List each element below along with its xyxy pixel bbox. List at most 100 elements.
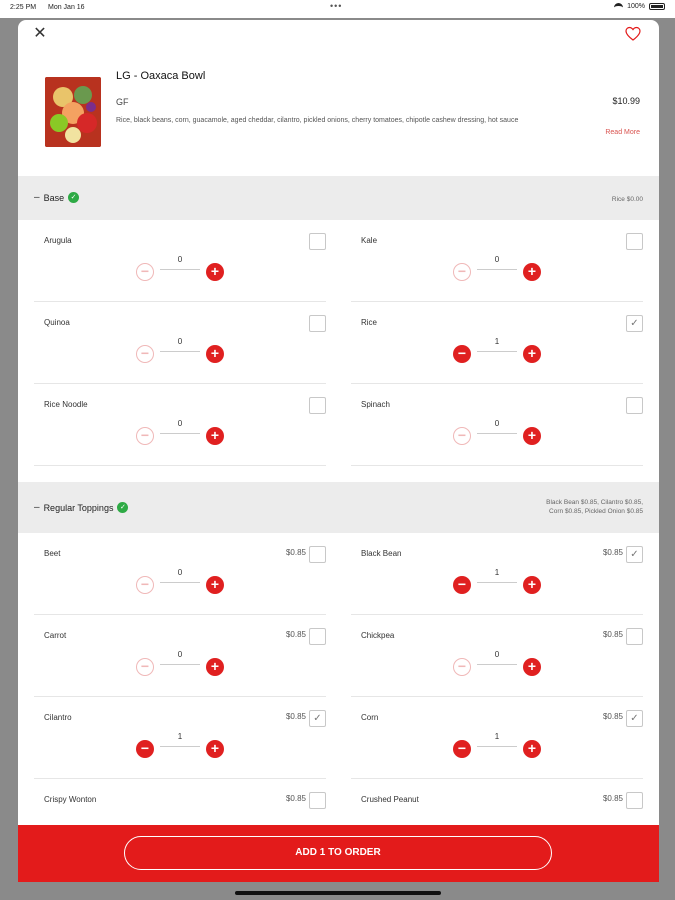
minus-icon[interactable]: − — [136, 576, 154, 594]
option-name: Carrot — [44, 631, 67, 640]
option-checkbox[interactable] — [309, 233, 326, 250]
plus-icon[interactable]: + — [206, 345, 224, 363]
quantity-stepper: − 0 + — [453, 419, 541, 447]
option-checkbox[interactable]: ✓ — [626, 546, 643, 563]
product-image — [45, 77, 101, 147]
minus-icon[interactable]: − — [136, 658, 154, 676]
option-name: Rice — [361, 318, 378, 327]
battery-icon — [649, 3, 665, 10]
close-icon[interactable]: ✕ — [32, 26, 48, 42]
option-checkbox[interactable] — [309, 315, 326, 332]
option-checkbox[interactable] — [309, 546, 326, 563]
plus-icon[interactable]: + — [206, 427, 224, 445]
quantity-value: 0 — [177, 337, 183, 346]
option-cell: Kale − 0 + — [351, 220, 643, 302]
option-price: $0.85 — [602, 794, 623, 803]
plus-icon[interactable]: + — [523, 263, 541, 281]
option-checkbox[interactable]: ✓ — [309, 710, 326, 727]
option-checkbox[interactable] — [626, 233, 643, 250]
section-title: Regular Toppings — [43, 502, 114, 513]
minus-icon[interactable]: − — [453, 345, 471, 363]
collapse-icon[interactable]: – — [34, 192, 40, 203]
option-name: Chickpea — [361, 631, 395, 640]
home-indicator[interactable] — [235, 891, 441, 895]
minus-icon[interactable]: − — [453, 740, 471, 758]
plus-icon[interactable]: + — [206, 576, 224, 594]
minus-icon[interactable]: − — [136, 740, 154, 758]
quantity-value: 1 — [494, 568, 500, 577]
option-checkbox[interactable]: ✓ — [626, 315, 643, 332]
plus-icon[interactable]: + — [206, 658, 224, 676]
quantity-stepper: − 0 + — [453, 255, 541, 283]
quantity-underline — [477, 746, 517, 747]
option-cell: Spinach − 0 + — [351, 384, 643, 466]
wifi-icon — [614, 3, 624, 10]
read-more-link[interactable]: Read More — [605, 129, 640, 136]
quantity-value: 1 — [494, 732, 500, 741]
complete-check-icon: ✓ — [117, 502, 129, 513]
minus-icon[interactable]: − — [136, 345, 154, 363]
plus-icon[interactable]: + — [206, 263, 224, 281]
option-cell: Carrot $0.85 − 0 + — [34, 615, 326, 697]
quantity-stepper: − 1 + — [453, 337, 541, 365]
option-price: $0.85 — [602, 630, 623, 639]
product-price: $10.99 — [612, 96, 640, 106]
option-cell: Beet $0.85 − 0 + — [34, 533, 326, 615]
checkmark-icon: ✓ — [630, 713, 639, 724]
option-cell: Rice Noodle − 0 + — [34, 384, 326, 466]
option-price: $0.85 — [285, 794, 306, 803]
product-title: LG - Oaxaca Bowl — [116, 70, 206, 82]
quantity-value: 1 — [177, 732, 183, 741]
option-cell: Corn $0.85 ✓ − 1 + — [351, 697, 643, 779]
quantity-underline — [160, 746, 200, 747]
quantity-underline — [477, 351, 517, 352]
option-price: $0.85 — [285, 548, 306, 557]
section-title-wrap: – Base ✓ — [34, 192, 80, 203]
minus-icon[interactable]: − — [453, 576, 471, 594]
section-summary: Rice $0.00 — [611, 196, 643, 203]
plus-icon[interactable]: + — [523, 345, 541, 363]
option-checkbox[interactable] — [626, 397, 643, 414]
option-price: $0.85 — [602, 712, 623, 721]
option-checkbox[interactable] — [309, 792, 326, 809]
option-name: Kale — [361, 236, 378, 245]
plus-icon[interactable]: + — [523, 740, 541, 758]
minus-icon[interactable]: − — [136, 427, 154, 445]
quantity-stepper: − 1 + — [136, 732, 224, 760]
favorite-heart-icon[interactable] — [625, 26, 641, 42]
quantity-stepper: − 0 + — [136, 337, 224, 365]
minus-icon[interactable]: − — [136, 263, 154, 281]
quantity-value: 1 — [494, 337, 500, 346]
multitask-dots[interactable]: ••• — [330, 1, 342, 11]
option-checkbox[interactable]: ✓ — [626, 710, 643, 727]
option-name: Arugula — [44, 236, 72, 245]
quantity-underline — [160, 582, 200, 583]
collapse-icon[interactable]: – — [34, 502, 40, 513]
minus-icon[interactable]: − — [453, 263, 471, 281]
battery-percent: 100% — [627, 3, 645, 10]
quantity-value: 0 — [494, 255, 500, 264]
quantity-underline — [160, 664, 200, 665]
option-checkbox[interactable] — [309, 628, 326, 645]
checkmark-icon: ✓ — [630, 549, 639, 560]
option-checkbox[interactable] — [626, 628, 643, 645]
plus-icon[interactable]: + — [523, 658, 541, 676]
add-to-order-button[interactable]: ADD 1 TO ORDER — [124, 836, 552, 870]
quantity-underline — [160, 269, 200, 270]
option-cell: Cilantro $0.85 ✓ − 1 + — [34, 697, 326, 779]
checkmark-icon: ✓ — [630, 318, 639, 329]
plus-icon[interactable]: + — [523, 427, 541, 445]
plus-icon[interactable]: + — [523, 576, 541, 594]
section-header-base[interactable]: – Base ✓ Rice $0.00 — [18, 176, 659, 220]
quantity-stepper: − 0 + — [136, 650, 224, 678]
minus-icon[interactable]: − — [453, 427, 471, 445]
option-checkbox[interactable] — [309, 397, 326, 414]
plus-icon[interactable]: + — [206, 740, 224, 758]
quantity-underline — [477, 269, 517, 270]
section-header-regular-toppings[interactable]: – Regular Toppings ✓ Black Bean $0.85, C… — [18, 482, 659, 533]
product-description: Rice, black beans, corn, guacamole, aged… — [116, 117, 519, 124]
option-name: Spinach — [361, 400, 390, 409]
option-checkbox[interactable] — [626, 792, 643, 809]
quantity-stepper: − 0 + — [453, 650, 541, 678]
minus-icon[interactable]: − — [453, 658, 471, 676]
